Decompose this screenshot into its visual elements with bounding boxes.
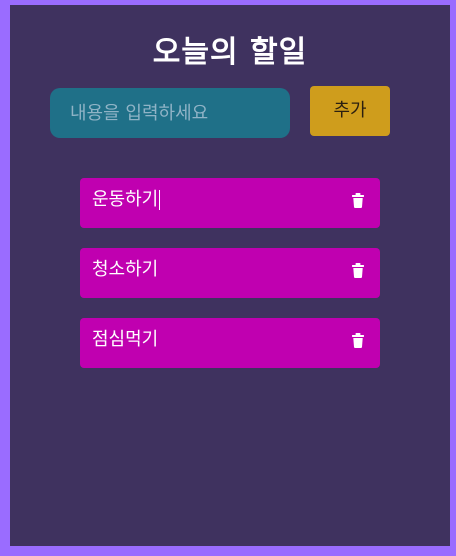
todo-list: 운동하기 청소하기 점심먹기 (80, 178, 380, 388)
trash-icon (352, 193, 364, 208)
page-title: 오늘의 할일 (152, 35, 308, 70)
todo-input[interactable] (50, 88, 290, 138)
todo-item[interactable]: 점심먹기 (80, 318, 380, 368)
delete-button[interactable] (350, 192, 366, 208)
todo-text[interactable]: 운동하기 (92, 178, 161, 222)
delete-button[interactable] (350, 332, 366, 348)
delete-button[interactable] (350, 262, 366, 278)
todo-text[interactable]: 청소하기 (92, 248, 158, 292)
add-button[interactable]: 추가 (310, 86, 390, 136)
trash-icon (352, 333, 364, 348)
todo-app: 오늘의 할일 추가 운동하기 청소하기 (10, 5, 450, 546)
todo-text[interactable]: 점심먹기 (92, 318, 158, 362)
todo-item[interactable]: 운동하기 (80, 178, 380, 228)
trash-icon (352, 263, 364, 278)
todo-item[interactable]: 청소하기 (80, 248, 380, 298)
text-caret (159, 190, 161, 210)
